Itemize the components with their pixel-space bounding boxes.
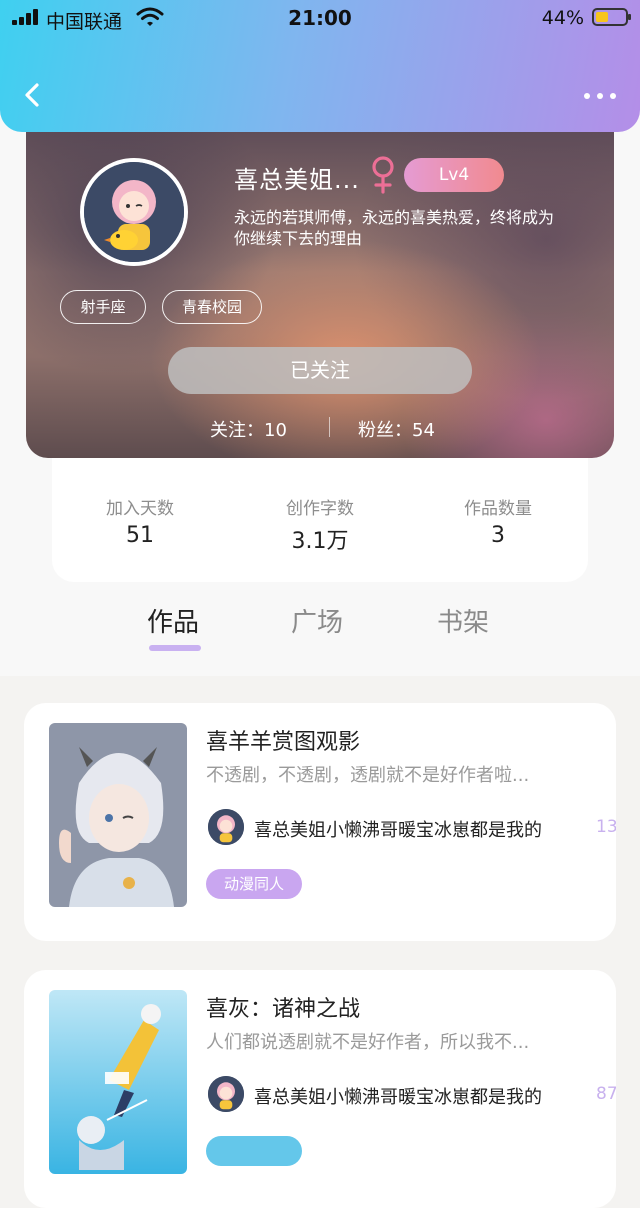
- stat-join-days: 加入天数 51: [50, 494, 230, 548]
- header-bar: 中国联通 21:00 44%: [0, 0, 640, 132]
- stat-word-count: 创作字数 3.1万: [230, 494, 410, 555]
- work-count: 873: [596, 1084, 616, 1104]
- stat-value: 3.1万: [291, 529, 349, 554]
- tag-zodiac[interactable]: 射手座: [60, 290, 146, 324]
- profile-bio: 永远的若琪师傅，永远的喜美热爱，终将成为你继续下去的理由: [234, 208, 555, 248]
- stat-value: 51: [126, 523, 154, 548]
- stats-divider: [329, 417, 330, 437]
- author-avatar: [206, 1074, 246, 1114]
- tag-genre[interactable]: 青春校园: [162, 290, 262, 324]
- following-count[interactable]: 关注：10: [210, 416, 287, 442]
- work-count: 13.3: [596, 817, 616, 837]
- author-name: 喜总美姐小懒沸哥暖宝冰崽都是我的: [254, 820, 542, 841]
- level-badge: Lv4: [404, 158, 504, 192]
- battery-level-fill: [596, 12, 608, 22]
- stat-label: 加入天数: [106, 499, 174, 519]
- stat-label: 创作字数: [286, 499, 354, 519]
- tab-indicator: [149, 645, 201, 651]
- genre-tag[interactable]: [206, 1136, 302, 1166]
- work-title: 喜灰：诸神之战: [206, 997, 361, 1022]
- follow-button[interactable]: 已关注: [168, 347, 472, 394]
- work-description: 不透剧，不透剧，透剧就不是好作者啦...: [206, 765, 530, 786]
- work-cover-image: [49, 723, 187, 907]
- author-name: 喜总美姐小懒沸哥暖宝冰崽都是我的: [254, 1087, 542, 1108]
- profile-card: 喜总美姐... Lv4 永远的若琪师傅，永远的喜美热爱，终将成为你继续下去的理由…: [26, 120, 614, 458]
- tab-bookshelf[interactable]: 书架: [437, 602, 489, 639]
- tab-works[interactable]: 作品: [147, 602, 199, 639]
- stat-label: 作品数量: [464, 499, 532, 519]
- tab-square[interactable]: 广场: [291, 602, 343, 639]
- author-avatar: [206, 807, 246, 847]
- work-title: 喜羊羊赏图观影: [206, 730, 361, 755]
- battery-icon: [592, 8, 631, 26]
- female-icon: [372, 156, 394, 194]
- avatar[interactable]: [80, 158, 188, 266]
- work-description: 人们都说透剧就不是好作者，所以我不...: [206, 1032, 530, 1053]
- genre-tag[interactable]: 动漫同人: [206, 869, 302, 899]
- stat-works-count: 作品数量 3: [408, 494, 588, 548]
- battery-percent: 44%: [541, 7, 584, 29]
- followers-count[interactable]: 粉丝：54: [358, 416, 435, 442]
- status-bar: 中国联通 21:00 44%: [0, 0, 640, 40]
- profile-name: 喜总美姐...: [234, 166, 360, 194]
- work-cover-image: [49, 990, 187, 1174]
- chevron-left-icon[interactable]: [18, 80, 48, 110]
- work-card[interactable]: 喜羊羊赏图观影 不透剧，不透剧，透剧就不是好作者啦... 喜总美姐小懒沸哥暖宝冰…: [24, 703, 616, 941]
- stat-value: 3: [491, 523, 505, 548]
- work-card[interactable]: 喜灰：诸神之战 人们都说透剧就不是好作者，所以我不... 喜总美姐小懒沸哥暖宝冰…: [24, 970, 616, 1208]
- avatar-image: [84, 162, 184, 262]
- more-dots-icon[interactable]: [582, 86, 618, 106]
